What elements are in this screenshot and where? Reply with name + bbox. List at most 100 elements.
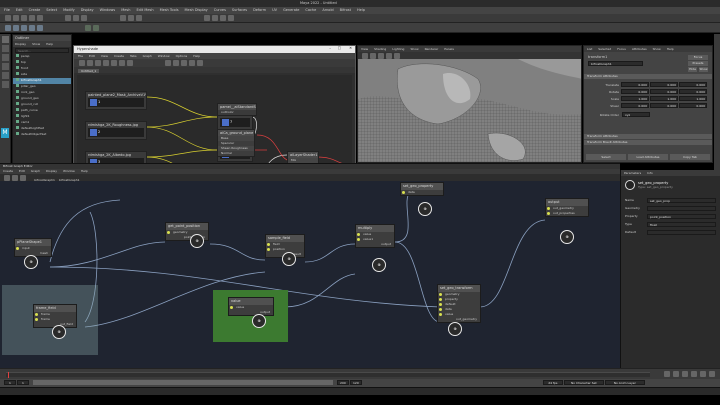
ae-value-field[interactable]: 0.000 [650, 82, 678, 87]
range-bar[interactable] [32, 380, 333, 385]
hs-file-node[interactable]: rdmishga_2K_Roughness.jpg 2 [85, 121, 147, 140]
ae-focus-button[interactable]: Focus [688, 55, 708, 60]
bf-node-port[interactable]: input [15, 246, 51, 251]
shelf-cylinder-icon[interactable] [21, 25, 27, 31]
shelf-cube-icon[interactable] [13, 25, 19, 31]
ae-value-field[interactable]: 0.000 [650, 89, 678, 94]
prop-value-field[interactable]: float [647, 221, 716, 227]
menu-windows[interactable]: Windows [100, 8, 116, 12]
snap-point-icon[interactable] [135, 15, 142, 21]
ae-node-name-field[interactable]: bifrostGraph1 [588, 61, 643, 66]
menu-modify[interactable]: Modify [63, 8, 75, 12]
redo-icon[interactable] [37, 15, 43, 21]
select-component-icon[interactable] [81, 15, 88, 21]
ae-button-copy-tab[interactable]: Copy Tab [670, 154, 710, 160]
props-tab-parameters[interactable]: Parameters [624, 171, 641, 175]
outliner-menu-help[interactable]: Help [46, 42, 53, 46]
start-frame-field[interactable]: 1 [4, 380, 16, 385]
shelf-plane-icon[interactable] [37, 25, 43, 31]
bf-node-port[interactable]: value [438, 312, 480, 317]
range-end-field[interactable]: 200 [336, 380, 349, 385]
render-icon[interactable] [203, 15, 210, 21]
ae-rotate-order-select[interactable]: xyz [621, 112, 650, 117]
menu-arnold[interactable]: Arnold [322, 8, 333, 12]
graph-output-icon[interactable] [87, 60, 93, 66]
menu-deform[interactable]: Deform [253, 8, 266, 12]
menu-select[interactable]: Select [46, 8, 57, 12]
fps-select[interactable]: 24 fps [542, 380, 563, 385]
ae-tab-focus[interactable]: Focus [617, 47, 626, 51]
play-back-icon[interactable] [682, 371, 688, 377]
vp-menu-panels[interactable]: Panels [444, 47, 454, 51]
hs-menu-help[interactable]: Help [193, 54, 200, 58]
bf-node-port[interactable]: value1 [356, 237, 394, 242]
minimize-button[interactable]: – [329, 46, 331, 50]
go-to-start-icon[interactable] [664, 371, 670, 377]
vp-menu-lighting[interactable]: Lighting [392, 47, 404, 51]
rearrange-icon[interactable] [111, 60, 117, 66]
clear-graph-icon[interactable] [103, 60, 109, 66]
step-back-icon[interactable] [673, 371, 679, 377]
ae-collapsed-section[interactable]: Transform Attributes [584, 134, 712, 139]
bf-port-value-circle[interactable]: ⊕ [24, 255, 38, 269]
menu-display[interactable]: Display [81, 8, 94, 12]
bf-node-setgeo2[interactable]: set_geo_property data [400, 182, 444, 196]
menu-generate[interactable]: Generate [283, 8, 299, 12]
select-hierarchy-icon[interactable] [65, 15, 72, 21]
ae-value-field[interactable]: 0.000 [679, 89, 707, 94]
ae-value-field[interactable]: 0.000 [650, 103, 678, 108]
hs-menu-graph[interactable]: Graph [143, 54, 152, 58]
hs-menu-tabs[interactable]: Tabs [130, 54, 137, 58]
anim-layer-select[interactable]: No Anim Layer [604, 380, 645, 385]
hs-connected-icon[interactable] [189, 60, 196, 66]
bf-menu-window[interactable]: Window [63, 169, 75, 173]
hs-menu-options[interactable]: Options [176, 54, 188, 58]
bf-node-setgeo[interactable]: set_geo_transform geometry property default… [437, 284, 481, 323]
menu-cache[interactable]: Cache [305, 8, 316, 12]
outliner-item[interactable]: defaultObjectSet [13, 132, 71, 138]
hs-full-icon[interactable] [197, 60, 204, 66]
vp-menu-shading[interactable]: Shading [374, 47, 386, 51]
bf-port-value-circle[interactable]: ⊕ [560, 230, 574, 244]
ae-value-field[interactable]: 1.000 [621, 96, 649, 101]
hs-port[interactable]: outColor [218, 110, 256, 115]
command-line[interactable] [0, 387, 720, 395]
shelf-cone-icon[interactable] [29, 25, 35, 31]
hs-port[interactable]: Normal [218, 151, 254, 156]
vp-menu-renderer[interactable]: Renderer [425, 47, 439, 51]
bf-node-port[interactable]: geometry [166, 230, 208, 235]
prop-value-field[interactable]: point_position [647, 213, 716, 219]
hypershade-tab[interactable]: Untitled_1 [78, 69, 100, 73]
menu-uv[interactable]: UV [272, 8, 277, 12]
play-forward-icon[interactable] [691, 371, 697, 377]
character-set-select[interactable]: No Character Set [563, 380, 604, 385]
ae-value-field[interactable]: 0.000 [679, 103, 707, 108]
hs-menu-file[interactable]: File [78, 54, 83, 58]
snap-grid-icon[interactable] [119, 15, 126, 21]
current-time-marker[interactable] [8, 372, 9, 378]
hs-shader-node[interactable]: aiCa_ground_plane Base Specular Sheen Rough… [217, 129, 255, 157]
bf-node-output[interactable]: out_geometry [438, 317, 480, 322]
ae-tab-attributes[interactable]: Attributes [632, 47, 647, 51]
shelf-sphere-icon[interactable] [5, 25, 11, 31]
rotate-tool-icon[interactable] [1, 72, 9, 79]
bf-node-green[interactable]: value value output [228, 297, 274, 316]
hs-menu-view[interactable]: View [101, 54, 108, 58]
menu-file[interactable]: File [4, 8, 10, 12]
paint-tool-icon[interactable] [1, 54, 9, 61]
bf-node-port[interactable]: frame [34, 317, 76, 322]
shelf-graph-icon[interactable] [93, 25, 100, 31]
menu-edit[interactable]: Edit [16, 8, 23, 12]
bf-node-port[interactable]: data [401, 190, 443, 195]
hypershade-icon[interactable] [227, 15, 234, 21]
snap-curve-icon[interactable] [127, 15, 134, 21]
ae-button-load-attributes[interactable]: Load Attributes [628, 154, 668, 160]
render-settings-icon[interactable] [219, 15, 226, 21]
menu-mesh[interactable]: Mesh [121, 8, 130, 12]
bf-node-port[interactable]: out_properties [546, 211, 588, 216]
hs-menu-edit[interactable]: Edit [89, 54, 95, 58]
bf-menu-help[interactable]: Help [81, 169, 88, 173]
outliner-menu-show[interactable]: Show [32, 42, 40, 46]
select-object-icon[interactable] [73, 15, 80, 21]
outliner-menu-display[interactable]: Display [15, 42, 26, 46]
